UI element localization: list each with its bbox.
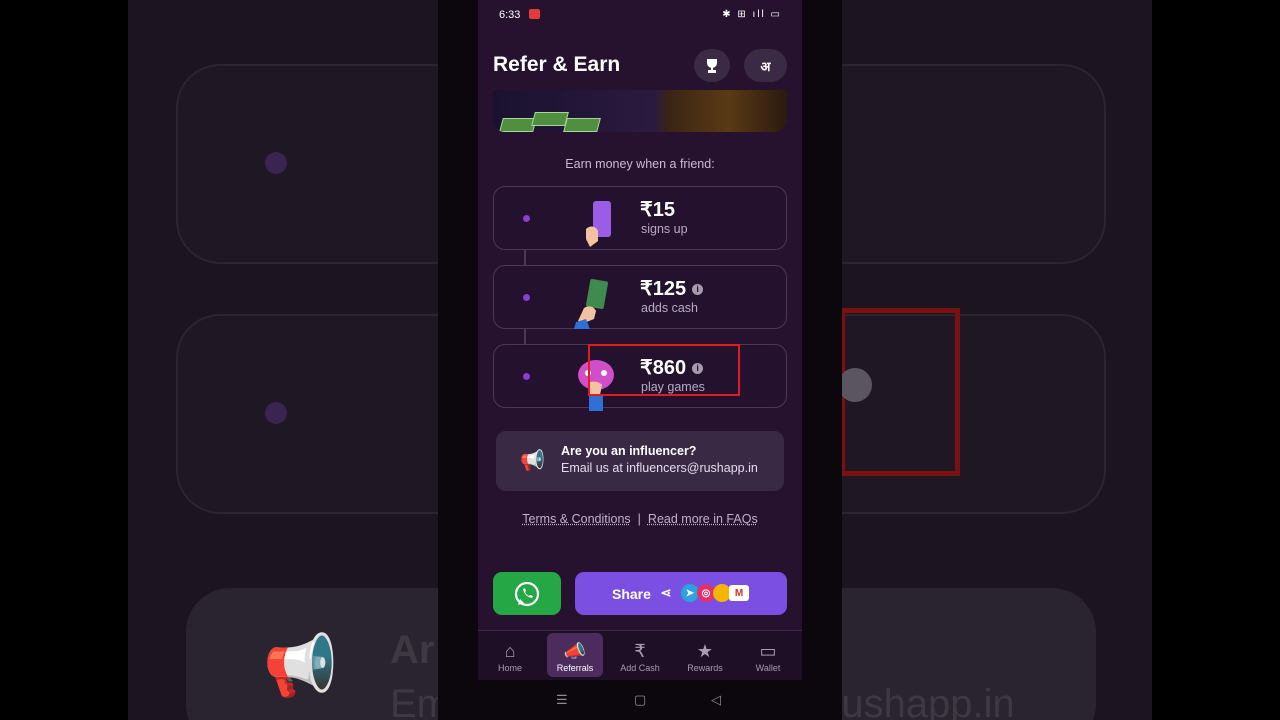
page-title: Refer & Earn [493, 53, 621, 76]
step-addcash: ₹125 i adds cash [493, 265, 787, 329]
calendar-star-icon: ★ [696, 641, 714, 661]
cash-image [563, 118, 601, 132]
recents-icon[interactable]: ☰ [556, 692, 568, 708]
nav-rewards[interactable]: ★ Rewards [677, 633, 733, 677]
earn-caption: Earn money when a friend: [565, 157, 715, 171]
nav-wallet[interactable]: ▭ Wallet [740, 633, 796, 677]
nav-label: Referrals [556, 663, 594, 673]
nav-label: Wallet [755, 663, 781, 673]
step-dot [523, 215, 530, 222]
phone-hand-icon [582, 199, 616, 249]
bg-text: rushapp.in [828, 682, 1015, 720]
bottom-nav: ⌂ Home 📣 Referrals ₹ Add Cash ★ Rewards … [478, 630, 802, 680]
record-icon [529, 9, 540, 19]
step-signup: ₹15 signs up [493, 186, 787, 250]
nav-label: Home [497, 663, 522, 673]
bg-dot [265, 152, 287, 174]
influencer-card[interactable]: 📢 Are you an influencer? Email us at inf… [496, 431, 784, 491]
nav-referrals[interactable]: 📣 Referrals [547, 633, 603, 677]
home-icon: ⌂ [504, 641, 516, 661]
phone-screen: 6:33 ✱ ⊞ ıll ▭ Refer & Earn अ Earn money… [478, 0, 802, 720]
step-amount: ₹15 [640, 199, 675, 221]
bg-info-icon [838, 368, 872, 402]
step-connector [524, 329, 526, 344]
home-system-icon[interactable]: ▢ [634, 692, 646, 708]
megaphone-icon: 📣 [563, 641, 587, 661]
bg-text: Ar [390, 628, 435, 672]
bg-shade [438, 0, 478, 720]
step-amount: ₹125 i [640, 276, 704, 301]
step-dot [523, 373, 530, 380]
highlight-box [588, 344, 740, 396]
share-button[interactable]: Share ⋖ ➤ ◎ M [575, 572, 787, 615]
footer-links: Terms & Conditions | Read more in FAQs [478, 512, 802, 526]
trophy-button[interactable] [694, 49, 730, 82]
status-bar: 6:33 ✱ ⊞ ıll ▭ [478, 0, 802, 30]
share-icon: ⋖ [660, 585, 672, 600]
cash-image [531, 112, 569, 126]
terms-link[interactable]: Terms & Conditions [522, 512, 630, 526]
trophy-icon [707, 58, 717, 73]
megaphone-icon: 📢 [520, 450, 545, 472]
influencer-title: Are you an influencer? [561, 444, 697, 458]
link-separator: | [637, 512, 641, 526]
language-icon: अ [760, 58, 771, 74]
info-icon[interactable]: i [692, 284, 704, 295]
step-connector [524, 250, 526, 265]
share-label: Share [612, 586, 651, 602]
gmail-icon: M [729, 585, 749, 601]
promo-banner[interactable] [493, 90, 787, 132]
bg-megaphone-icon: 📢 [263, 632, 338, 699]
nav-label: Rewards [687, 663, 723, 673]
bg-shade [802, 0, 842, 720]
bg-dot [265, 402, 287, 424]
language-button[interactable]: अ [744, 49, 787, 82]
rupee-plus-icon: ₹ [634, 641, 646, 661]
whatsapp-icon [514, 581, 540, 606]
step-dot [523, 294, 530, 301]
step-amount-text: ₹125 [640, 278, 687, 300]
wallet-icon: ▭ [759, 641, 777, 661]
influencer-email[interactable]: Email us at influencers@rushapp.in [561, 461, 758, 475]
cash-hand-icon [574, 278, 608, 329]
status-icons: ✱ ⊞ ıll ▭ [722, 9, 782, 20]
back-icon[interactable]: ◁ [711, 692, 721, 708]
whatsapp-share-button[interactable] [493, 572, 561, 615]
nav-home[interactable]: ⌂ Home [482, 633, 538, 677]
nav-add-cash[interactable]: ₹ Add Cash [612, 633, 668, 677]
status-time: 6:33 [499, 9, 521, 21]
nav-label: Add Cash [620, 663, 660, 673]
step-desc: adds cash [641, 301, 698, 315]
step-desc: signs up [641, 222, 688, 236]
system-nav-bar: ☰ ▢ ◁ [478, 680, 802, 720]
faq-link[interactable]: Read more in FAQs [648, 512, 758, 526]
